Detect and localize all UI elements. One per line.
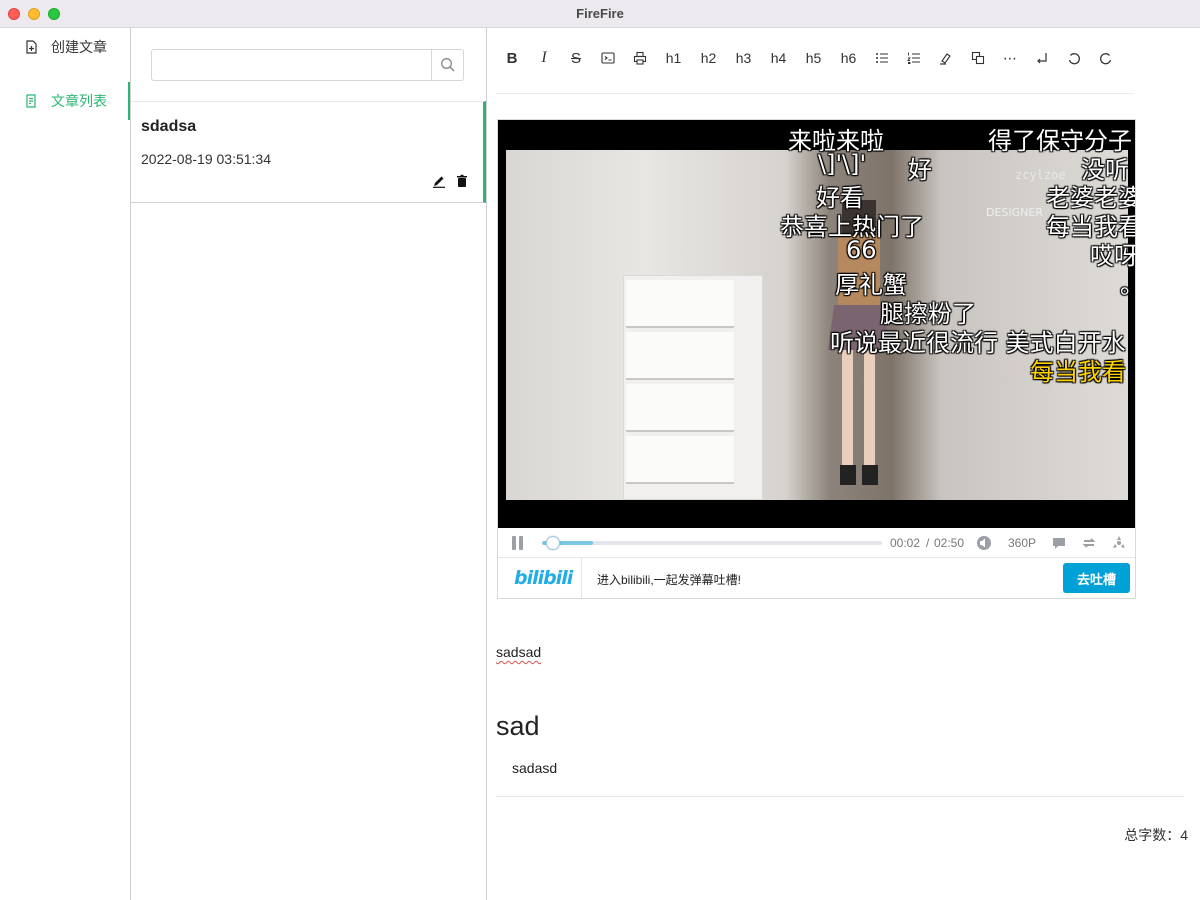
sidebar-item-article-list[interactable]: 文章列表 [0, 82, 130, 120]
sidebar-item-label: 创建文章 [51, 39, 107, 55]
content-paragraph[interactable]: sadsad [496, 644, 541, 660]
danmaku-comment: 66 [846, 236, 877, 264]
widescreen-icon[interactable] [1111, 535, 1127, 551]
highlighter-icon [940, 53, 951, 65]
progress-handle[interactable] [546, 536, 560, 550]
search-input[interactable] [152, 50, 431, 80]
article-actions [432, 174, 469, 188]
danmaku-toggle-icon[interactable] [1051, 535, 1067, 551]
danmaku-comment: 每当我看 [1030, 358, 1126, 386]
editor-toolbar: B I S h1 h2 h3 h4 h5 h6 ⋯ [496, 46, 1136, 70]
go-comment-button[interactable]: 去吐槽 [1063, 563, 1130, 593]
content-divider [496, 796, 1184, 797]
edit-icon[interactable] [432, 174, 446, 188]
bullet-list-button[interactable] [866, 46, 898, 70]
divider [581, 558, 582, 598]
bilibili-prompt-bar: bilibili 进入bilibili,一起发弹幕吐槽! 去吐槽 [498, 558, 1135, 598]
sidebar-item-create-article[interactable]: 创建文章 [0, 28, 130, 66]
ordered-list-button[interactable] [898, 46, 930, 70]
loop-icon[interactable] [1081, 535, 1097, 551]
volume-icon[interactable] [976, 535, 992, 551]
sidebar-item-label: 文章列表 [51, 93, 107, 109]
bullet-list-icon [876, 53, 888, 63]
heading-1-button[interactable]: h1 [656, 46, 691, 70]
redo-button[interactable] [1090, 46, 1122, 70]
highlight-button[interactable] [930, 46, 962, 70]
player-controls: 00:02 / 02:50 360P [498, 528, 1135, 558]
current-time: 00:02 [890, 536, 921, 550]
quality-selector[interactable]: 360P [1008, 536, 1036, 550]
content-bullet-list: sadasd [512, 760, 557, 774]
bold-button[interactable]: B [496, 46, 528, 70]
strikethrough-label: S [570, 49, 581, 67]
sidebar: 创建文章 文章列表 [0, 28, 130, 900]
new-file-icon [24, 40, 38, 54]
article-title: sdadsa [141, 118, 197, 135]
content-heading[interactable]: sad [496, 711, 540, 742]
copy-icon [971, 51, 985, 65]
danmaku-comment: \]'\]' [818, 150, 867, 178]
heading-3-button[interactable]: h3 [726, 46, 761, 70]
progress-bar[interactable] [542, 536, 882, 550]
code-block-button[interactable] [592, 46, 624, 70]
more-button[interactable]: ⋯ [994, 46, 1026, 70]
ordered-list-icon [907, 52, 920, 64]
video-cabinet [623, 275, 763, 500]
italic-label: I [541, 49, 547, 66]
article-list-panel: sdadsa 2022-08-19 03:51:34 [130, 28, 487, 900]
heading-6-button[interactable]: h6 [831, 46, 866, 70]
undo-icon [1068, 53, 1080, 65]
toolbar-divider [496, 93, 1134, 94]
video-area[interactable]: 来啦来啦 得了保守分子 \]'\]' 好 没听 好看 老婆老婆 恭喜上热门了 每… [498, 120, 1135, 528]
redo-icon [1100, 53, 1112, 65]
delete-icon[interactable] [455, 174, 469, 188]
editor-pane: B I S h1 h2 h3 h4 h5 h6 ⋯ 来啦来啦 得了保守分子 \]… [496, 28, 1200, 900]
line-break-icon [1037, 53, 1047, 64]
window-title: FireFire [576, 6, 624, 21]
search-icon[interactable] [431, 50, 463, 80]
danmaku-comment: 好 [908, 156, 932, 184]
heading-2-button[interactable]: h2 [691, 46, 726, 70]
copy-button[interactable] [962, 46, 994, 70]
video-watermark: zcylzoe [1015, 168, 1066, 182]
designer-tag: DESIGNER [986, 206, 1043, 219]
heading-5-button[interactable]: h5 [796, 46, 831, 70]
list-item[interactable]: sadasd [512, 760, 557, 774]
print-button[interactable] [624, 46, 656, 70]
bilibili-logo[interactable]: bilibili [514, 567, 573, 589]
bilibili-prompt-text: 进入bilibili,一起发弹幕吐槽! [597, 573, 742, 587]
line-break-button[interactable] [1026, 46, 1058, 70]
bold-label: B [506, 49, 518, 67]
file-list-icon [24, 94, 38, 108]
undo-button[interactable] [1058, 46, 1090, 70]
article-list-item[interactable]: sdadsa 2022-08-19 03:51:34 [131, 101, 486, 203]
strikethrough-button[interactable]: S [560, 46, 592, 70]
word-count: 总字数：4 [1124, 827, 1188, 843]
search-bar [151, 49, 464, 81]
pause-icon[interactable] [510, 535, 526, 551]
heading-4-button[interactable]: h4 [761, 46, 796, 70]
danmaku-comment: 。 [1120, 265, 1135, 300]
italic-button[interactable]: I [528, 46, 560, 70]
window-titlebar: FireFire [0, 0, 1200, 28]
print-icon [633, 51, 647, 65]
terminal-icon [601, 52, 615, 64]
time-separator: / [926, 536, 930, 550]
article-date: 2022-08-19 03:51:34 [141, 151, 271, 167]
duration: 02:50 [934, 536, 965, 550]
embedded-video-player[interactable]: 来啦来啦 得了保守分子 \]'\]' 好 没听 好看 老婆老婆 恭喜上热门了 每… [497, 119, 1136, 599]
